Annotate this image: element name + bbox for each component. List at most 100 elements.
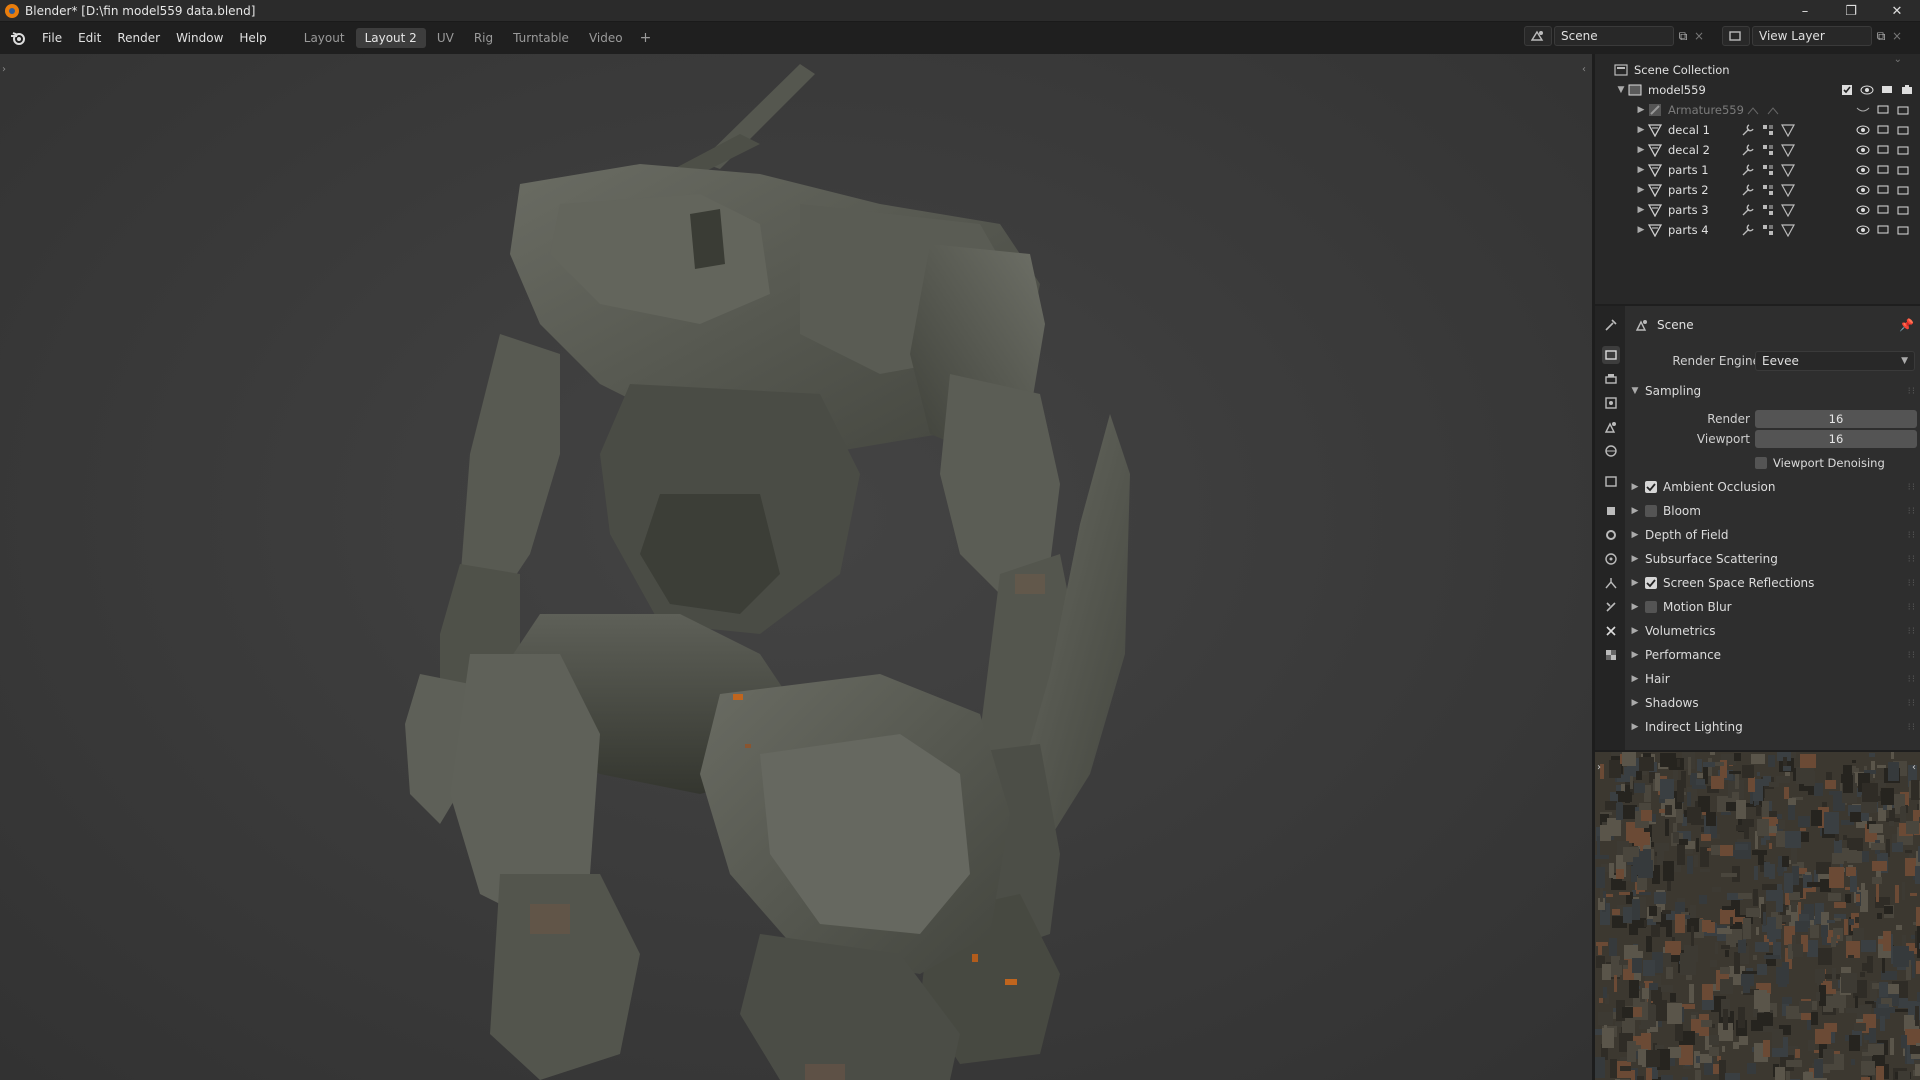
pin-icon[interactable]: 📌 — [1899, 318, 1914, 332]
monitor-icon[interactable] — [1875, 182, 1891, 198]
delete-view-layer-icon[interactable]: × — [1890, 26, 1904, 46]
collection-tab-icon[interactable] — [1602, 472, 1620, 490]
drag-handle-icon[interactable]: ⁝⁝ — [1908, 578, 1916, 589]
eye-icon[interactable] — [1855, 122, 1871, 138]
menu-file[interactable]: File — [34, 28, 70, 48]
texture-tab-icon[interactable] — [1602, 646, 1620, 664]
wrench-icon[interactable] — [1740, 142, 1756, 158]
expand-arrow-icon[interactable]: ▶ — [1635, 165, 1647, 175]
section-enable-checkbox[interactable] — [1645, 481, 1657, 493]
view-layer-icon[interactable] — [1722, 26, 1750, 46]
tab-rig[interactable]: Rig — [465, 28, 502, 48]
wrench-icon[interactable] — [1740, 162, 1756, 178]
monitor-icon[interactable] — [1875, 202, 1891, 218]
render-section-header[interactable]: ▶ Hair ⁝⁝ — [1625, 668, 1920, 690]
wrench-icon[interactable] — [1740, 222, 1756, 238]
menu-render[interactable]: Render — [109, 28, 168, 48]
camera-icon[interactable] — [1895, 162, 1911, 178]
drag-handle-icon[interactable]: ⁝⁝ — [1908, 386, 1916, 397]
render-section-header[interactable]: ▶ Indirect Lighting ⁝⁝ — [1625, 716, 1920, 738]
menu-help[interactable]: Help — [231, 28, 274, 48]
camera-icon[interactable] — [1895, 182, 1911, 198]
eye-icon[interactable] — [1855, 182, 1871, 198]
expand-arrow-icon[interactable]: ▶ — [1635, 185, 1647, 195]
exclude-checkbox-icon[interactable] — [1839, 82, 1855, 98]
3d-viewport[interactable]: › ‹ — [0, 54, 1592, 1080]
render-tab-icon[interactable] — [1602, 346, 1620, 364]
tab-turntable[interactable]: Turntable — [504, 28, 578, 48]
expand-arrow-icon[interactable]: ▶ — [1635, 205, 1647, 215]
vertex-groups-icon[interactable] — [1760, 162, 1776, 178]
section-enable-checkbox[interactable] — [1645, 505, 1657, 517]
drag-handle-icon[interactable]: ⁝⁝ — [1908, 602, 1916, 613]
expand-arrow-icon[interactable]: ▶ — [1635, 145, 1647, 155]
menu-edit[interactable]: Edit — [70, 28, 109, 48]
drag-handle-icon[interactable]: ⁝⁝ — [1908, 554, 1916, 565]
blender-logo-icon[interactable] — [8, 28, 28, 48]
wrench-icon[interactable] — [1740, 122, 1756, 138]
section-enable-checkbox[interactable] — [1645, 577, 1657, 589]
viewport-denoising-checkbox[interactable] — [1755, 457, 1767, 469]
minimize-button[interactable]: – — [1782, 0, 1828, 22]
mesh-data-icon[interactable] — [1780, 162, 1796, 178]
close-window-button[interactable]: ✕ — [1874, 0, 1920, 22]
wrench-icon[interactable] — [1740, 202, 1756, 218]
outliner-object-row[interactable]: ▶ parts 3 — [1595, 200, 1920, 220]
vertex-groups-icon[interactable] — [1760, 202, 1776, 218]
tab-video[interactable]: Video — [580, 28, 632, 48]
drag-handle-icon[interactable]: ⁝⁝ — [1908, 674, 1916, 685]
monitor-icon[interactable] — [1875, 222, 1891, 238]
outliner-collection-row[interactable]: ▼ model559 — [1595, 80, 1920, 100]
new-scene-icon[interactable]: ⧉ — [1674, 26, 1692, 46]
vertex-groups-icon[interactable] — [1760, 182, 1776, 198]
outliner-scene-collection[interactable]: Scene Collection — [1595, 60, 1920, 80]
output-tab-icon[interactable] — [1602, 370, 1620, 388]
camera-icon[interactable] — [1895, 222, 1911, 238]
render-section-header[interactable]: ▶ Performance ⁝⁝ — [1625, 644, 1920, 666]
image-sidebar-expand-icon[interactable]: ‹ — [1912, 762, 1916, 773]
monitor-icon[interactable] — [1875, 102, 1891, 118]
outliner-object-row[interactable]: ▶ parts 2 — [1595, 180, 1920, 200]
eye-icon[interactable] — [1855, 142, 1871, 158]
render-section-header[interactable]: ▶ Shadows ⁝⁝ — [1625, 692, 1920, 714]
menu-window[interactable]: Window — [168, 28, 231, 48]
eye-icon[interactable] — [1859, 82, 1875, 98]
expand-arrow-icon[interactable]: ▶ — [1635, 225, 1647, 235]
render-section-header[interactable]: ▶ Bloom ⁝⁝ — [1625, 500, 1920, 522]
expand-arrow-icon[interactable]: ▶ — [1635, 125, 1647, 135]
mesh-data-icon[interactable] — [1780, 202, 1796, 218]
drag-handle-icon[interactable]: ⁝⁝ — [1908, 482, 1916, 493]
render-section-header[interactable]: ▶ Screen Space Reflections ⁝⁝ — [1625, 572, 1920, 594]
camera-icon[interactable] — [1895, 202, 1911, 218]
render-section-header[interactable]: ▶ Subsurface Scattering ⁝⁝ — [1625, 548, 1920, 570]
tool-tab-icon[interactable] — [1602, 316, 1620, 334]
drag-handle-icon[interactable]: ⁝⁝ — [1908, 650, 1916, 661]
camera-icon[interactable] — [1895, 122, 1911, 138]
eye-icon[interactable] — [1855, 202, 1871, 218]
camera-icon[interactable] — [1895, 142, 1911, 158]
data-tab-icon[interactable] — [1602, 622, 1620, 640]
camera-icon[interactable] — [1895, 102, 1911, 118]
mesh-data-icon[interactable] — [1780, 182, 1796, 198]
hidden-eye-icon[interactable] — [1855, 102, 1871, 118]
scene-name-field[interactable]: Scene — [1554, 26, 1674, 46]
constraints-tab-icon[interactable] — [1602, 598, 1620, 616]
object-tab-icon[interactable] — [1602, 502, 1620, 520]
tab-layout-2[interactable]: Layout 2 — [355, 28, 426, 48]
monitor-icon[interactable] — [1875, 162, 1891, 178]
image-editor-panel[interactable]: › ‹ — [1595, 750, 1920, 1080]
render-engine-dropdown[interactable]: Eevee ▼ — [1755, 351, 1915, 371]
outliner-object-row[interactable]: ▶ decal 1 — [1595, 120, 1920, 140]
render-section-header[interactable]: ▶ Ambient Occlusion ⁝⁝ — [1625, 476, 1920, 498]
render-section-header[interactable]: ▶ Motion Blur ⁝⁝ — [1625, 596, 1920, 618]
add-workspace-button[interactable]: + — [634, 30, 658, 46]
particles-tab-icon[interactable] — [1602, 550, 1620, 568]
view-layer-name-field[interactable]: View Layer — [1752, 26, 1872, 46]
mesh-data-icon[interactable] — [1780, 122, 1796, 138]
drag-handle-icon[interactable]: ⁝⁝ — [1908, 722, 1916, 733]
expand-arrow-icon[interactable]: ▼ — [1615, 85, 1627, 95]
scene-tab-icon[interactable] — [1602, 418, 1620, 436]
mesh-data-icon[interactable] — [1780, 142, 1796, 158]
view-layer-tab-icon[interactable] — [1602, 394, 1620, 412]
tab-layout[interactable]: Layout — [295, 28, 354, 48]
